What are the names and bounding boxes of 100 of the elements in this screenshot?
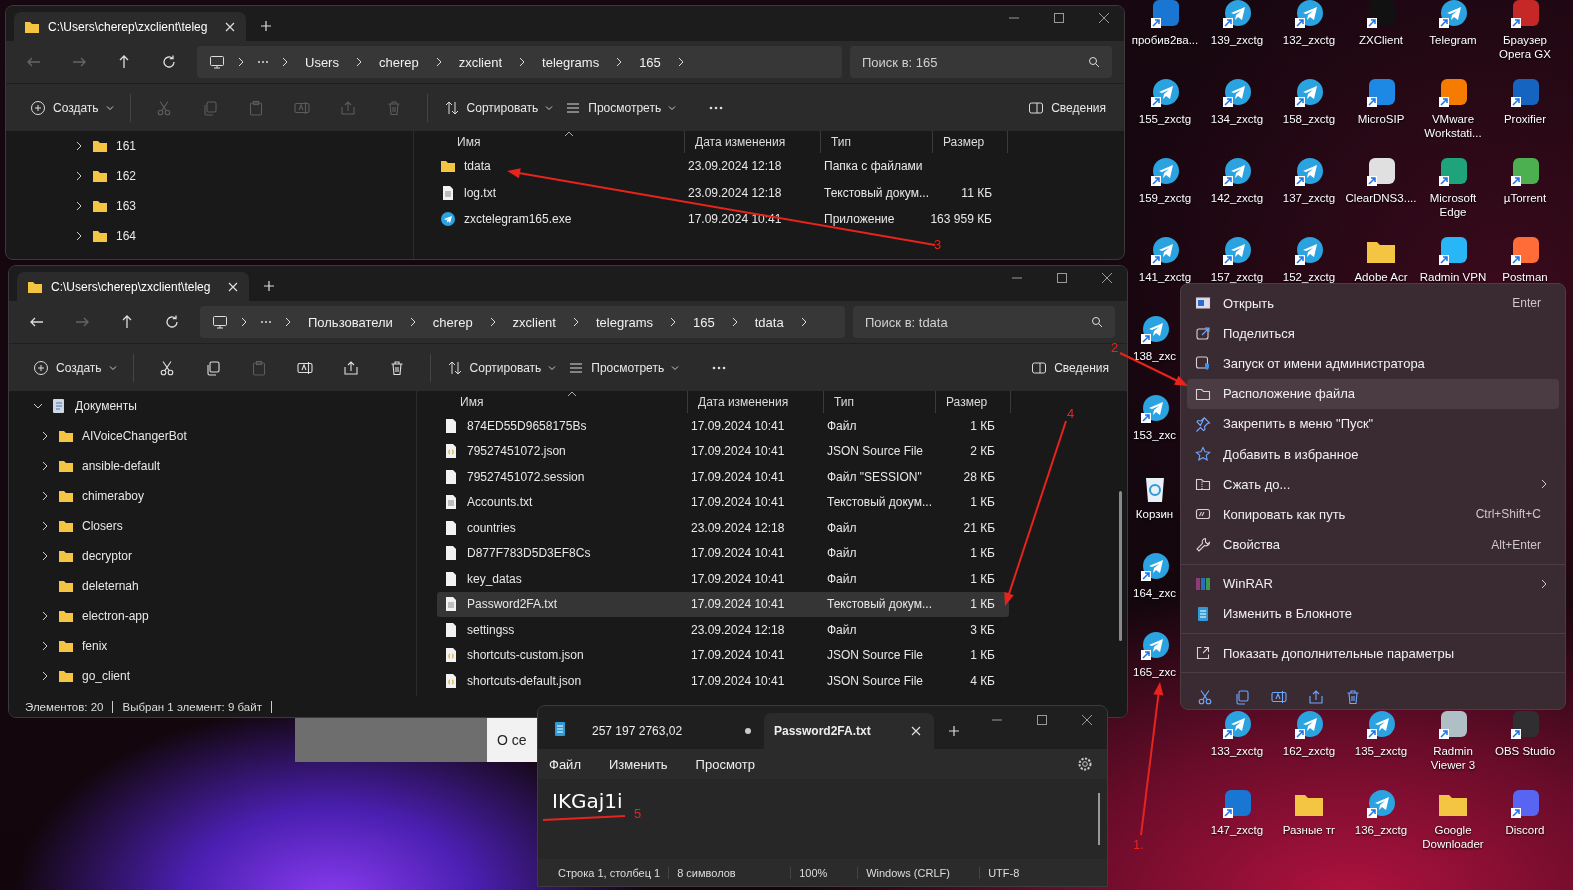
address-bar[interactable]: Users cherep zxclient telegrams 165: [197, 46, 842, 78]
tree-item[interactable]: decryptor: [33, 541, 416, 571]
file-row[interactable]: settingss 23.09.2024 12:18 Файл 3 КБ: [437, 617, 1009, 643]
tree-item[interactable]: go_client: [33, 661, 416, 691]
app-shortcut-icon[interactable]: [1365, 77, 1397, 109]
file-row[interactable]: tdata 23.09.2024 12:18 Папка с файлами: [434, 153, 1006, 180]
tree-item[interactable]: AIVoiceChangerBot: [33, 421, 416, 451]
scrollbar-thumb[interactable]: [1119, 491, 1122, 641]
desktop-icon-label[interactable]: 153_zxc: [1133, 428, 1176, 442]
file-row[interactable]: 874ED55D9658175Bs 17.09.2024 10:41 Файл 1 КБ: [437, 413, 1009, 439]
tree-item[interactable]: Документы: [33, 391, 416, 421]
menu-item[interactable]: Закрепить в меню "Пуск": [1187, 408, 1559, 439]
search-field[interactable]: Поиск в: tdata: [853, 306, 1115, 338]
paper-plane-shortcut-icon[interactable]: [1221, 709, 1253, 741]
window-tab[interactable]: C:\Users\cherep\zxclient\teleg: [14, 12, 246, 41]
file-row[interactable]: D877F783D5D3EF8Cs 17.09.2024 10:41 Файл 1 КБ: [437, 540, 1009, 566]
desktop-icon-label[interactable]: Разные тг: [1282, 823, 1336, 837]
create-button[interactable]: Создать: [24, 91, 120, 124]
breadcrumb[interactable]: cherep: [428, 314, 477, 330]
desktop-icon-label[interactable]: OBS Studio: [1494, 744, 1556, 758]
search-field[interactable]: Поиск в: 165: [850, 46, 1112, 78]
desktop-icon-label[interactable]: 159_zxctg: [1138, 191, 1192, 205]
scissors-icon[interactable]: [1197, 689, 1213, 706]
notepad-tab[interactable]: Password2FA.txt: [764, 713, 934, 749]
breadcrumb[interactable]: cherep: [374, 54, 423, 70]
app-shortcut-icon[interactable]: [1437, 709, 1469, 741]
desktop-icon-label[interactable]: 165_zxc: [1133, 665, 1176, 679]
chevron-right-icon[interactable]: [74, 201, 84, 211]
notepad-tab[interactable]: 257 197 2763,02: [582, 713, 764, 749]
maximize-icon[interactable]: [1056, 272, 1068, 284]
tree-item[interactable]: 164: [74, 221, 413, 251]
desktop-icon-label[interactable]: 135_zxctg: [1354, 744, 1408, 758]
desktop-icon-label[interactable]: Telegram: [1429, 33, 1477, 47]
maximize-icon[interactable]: [1053, 12, 1065, 24]
scrollbar-thumb[interactable]: [1098, 793, 1100, 845]
tree-item[interactable]: Closers: [33, 511, 416, 541]
desktop-icon-label[interactable]: 133_zxctg: [1210, 744, 1264, 758]
desktop-icon-label[interactable]: Adobe Acr: [1354, 270, 1408, 284]
desktop-icon-label[interactable]: ClearDNS3....: [1345, 191, 1417, 205]
column-header[interactable]: Тип: [824, 391, 936, 413]
desktop-icon-label[interactable]: 158_zxctg: [1282, 112, 1336, 126]
close-icon[interactable]: [1101, 272, 1113, 284]
desktop-icon-label[interactable]: Proxifier: [1503, 112, 1547, 126]
new-tab-icon[interactable]: [263, 280, 275, 292]
column-header[interactable]: Дата изменения: [685, 131, 821, 153]
file-row[interactable]: key_datas 17.09.2024 10:41 Файл 1 КБ: [437, 566, 1009, 592]
app-shortcut-icon[interactable]: [1509, 788, 1541, 820]
breadcrumb[interactable]: zxclient: [454, 54, 507, 70]
new-tab-icon[interactable]: [948, 725, 960, 737]
desktop-icon-label[interactable]: 162_zxctg: [1282, 744, 1336, 758]
desktop-icon-label[interactable]: 141_zxctg: [1138, 270, 1192, 284]
menu-item[interactable]: Изменить: [608, 756, 683, 772]
desktop-icon-label[interactable]: Корзин: [1135, 507, 1174, 521]
app-shortcut-icon[interactable]: [1149, 0, 1181, 30]
breadcrumb[interactable]: zxclient: [508, 314, 560, 330]
breadcrumb[interactable]: tdata: [750, 314, 788, 330]
desktop-icon-label[interactable]: VMware Workstati...: [1417, 112, 1489, 140]
file-row[interactable]: log.txt 23.09.2024 12:18 Текстовый докум... 11 КБ: [434, 179, 1006, 206]
paper-plane-shortcut-icon[interactable]: [1138, 314, 1171, 346]
chevron-right-icon[interactable]: [40, 521, 50, 531]
menu-item[interactable]: WinRAR: [1187, 568, 1559, 599]
desktop-icon-label[interactable]: Postman: [1502, 270, 1548, 284]
paper-plane-shortcut-icon[interactable]: [1293, 0, 1325, 30]
column-header[interactable]: Размер: [936, 391, 1011, 413]
desktop-icon-label[interactable]: µTorrent: [1503, 191, 1547, 205]
chevron-right-icon[interactable]: [74, 231, 84, 241]
tree-item[interactable]: 163: [74, 191, 413, 221]
paper-plane-shortcut-icon[interactable]: [1293, 156, 1325, 188]
desktop-icon-label[interactable]: 147_zxctg: [1210, 823, 1264, 837]
settings-icon[interactable]: [1077, 756, 1093, 772]
app-shortcut-icon[interactable]: [1437, 77, 1469, 109]
view-button[interactable]: Просмотреть: [559, 91, 683, 124]
column-header[interactable]: Размер: [933, 131, 1008, 153]
desktop-icon-label[interactable]: 157_zxctg: [1210, 270, 1264, 284]
menu-item[interactable]: Сжать до...: [1187, 469, 1559, 500]
desktop-icon-label[interactable]: Браузер Opera GX: [1489, 33, 1561, 61]
tree-item[interactable]: chimeraboy: [33, 481, 416, 511]
sort-button[interactable]: Сортировать: [437, 91, 560, 124]
share-icon[interactable]: [1308, 689, 1324, 706]
new-tab-icon[interactable]: [260, 20, 272, 32]
paper-plane-shortcut-icon[interactable]: [1221, 77, 1253, 109]
desktop-icon-label[interactable]: Radmin VPN: [1419, 270, 1487, 284]
chevron-down-icon[interactable]: [33, 401, 43, 411]
menu-item[interactable]: Просмотр: [695, 756, 770, 772]
desktop-icon-label[interactable]: пробив2ва...: [1131, 33, 1199, 47]
chevron-right-icon[interactable]: [40, 641, 50, 651]
chevron-right-icon[interactable]: [40, 491, 50, 501]
breadcrumb[interactable]: telegrams: [538, 54, 604, 70]
breadcrumb[interactable]: Users: [301, 54, 343, 70]
desktop-icon-label[interactable]: 155_zxctg: [1138, 112, 1192, 126]
chevron-right-icon[interactable]: [40, 611, 50, 621]
menu-item[interactable]: Изменить в Блокноте: [1187, 598, 1559, 630]
desktop-icon-label[interactable]: 164_zxc: [1133, 586, 1176, 600]
app-shortcut-icon[interactable]: [1509, 156, 1541, 188]
desktop-icon-label[interactable]: 142_zxctg: [1210, 191, 1264, 205]
app-shortcut-icon[interactable]: [1437, 156, 1469, 188]
menu-item[interactable]: Поделиться: [1187, 318, 1559, 349]
file-row[interactable]: countries 23.09.2024 12:18 Файл 21 КБ: [437, 515, 1009, 541]
view-button[interactable]: Просмотреть: [562, 351, 686, 384]
rename-icon[interactable]: [1271, 689, 1287, 706]
